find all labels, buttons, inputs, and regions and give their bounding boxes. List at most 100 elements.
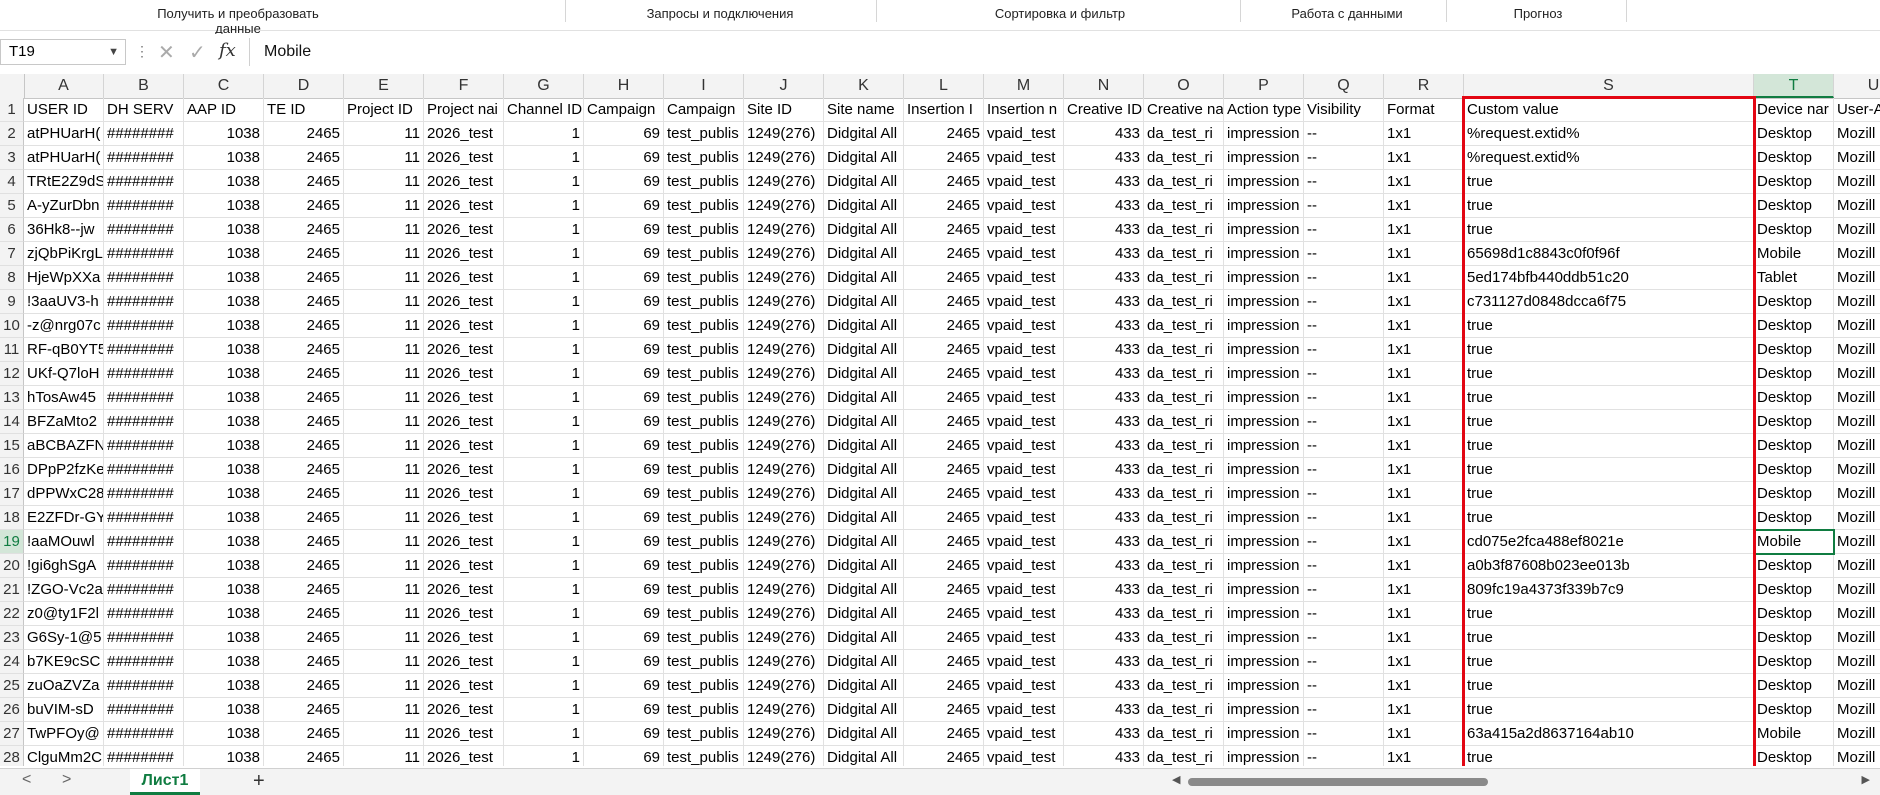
table-cell[interactable]: test_publis	[664, 386, 744, 410]
table-cell[interactable]: true	[1464, 386, 1754, 410]
row-header[interactable]: 7	[0, 242, 24, 266]
table-cell[interactable]: Desktop	[1754, 170, 1834, 194]
table-cell[interactable]: 1249(276)	[744, 746, 824, 766]
table-cell[interactable]: Desktop	[1754, 698, 1834, 722]
column-header-a[interactable]: A	[24, 74, 104, 98]
table-cell[interactable]: 1249(276)	[744, 386, 824, 410]
table-cell[interactable]: vpaid_test	[984, 482, 1064, 506]
table-cell[interactable]: 1x1	[1384, 506, 1464, 530]
table-cell[interactable]: vpaid_test	[984, 410, 1064, 434]
table-cell[interactable]: 433	[1064, 362, 1144, 386]
sheet-tab[interactable]: Лист1	[130, 769, 200, 795]
table-cell[interactable]: impression	[1224, 458, 1304, 482]
table-cell[interactable]: ########	[104, 578, 184, 602]
table-cell[interactable]: --	[1304, 530, 1384, 554]
table-cell[interactable]: vpaid_test	[984, 554, 1064, 578]
table-cell[interactable]: 1x1	[1384, 626, 1464, 650]
table-cell[interactable]: vpaid_test	[984, 458, 1064, 482]
table-cell[interactable]: Desktop	[1754, 626, 1834, 650]
table-cell[interactable]: 69	[584, 386, 664, 410]
table-cell[interactable]: 11	[344, 146, 424, 170]
table-cell[interactable]: 11	[344, 434, 424, 458]
table-cell[interactable]: %request.extid%	[1464, 146, 1754, 170]
table-cell[interactable]: ########	[104, 722, 184, 746]
table-cell[interactable]: 69	[584, 698, 664, 722]
table-cell[interactable]: 1249(276)	[744, 362, 824, 386]
table-cell[interactable]: 2465	[264, 650, 344, 674]
table-cell[interactable]: --	[1304, 314, 1384, 338]
table-cell[interactable]: !gi6ghSgA	[24, 554, 104, 578]
table-cell[interactable]: 2026_test	[424, 194, 504, 218]
table-cell[interactable]: Didgital All	[824, 266, 904, 290]
table-cell[interactable]: 1038	[184, 722, 264, 746]
table-cell[interactable]: 2026_test	[424, 314, 504, 338]
table-cell[interactable]: da_test_ri	[1144, 146, 1224, 170]
table-cell[interactable]: --	[1304, 626, 1384, 650]
table-cell[interactable]: 1	[504, 506, 584, 530]
table-cell[interactable]: da_test_ri	[1144, 194, 1224, 218]
table-cell[interactable]: da_test_ri	[1144, 746, 1224, 766]
table-cell[interactable]: atPHUarH(	[24, 146, 104, 170]
table-cell[interactable]: 2026_test	[424, 554, 504, 578]
table-cell[interactable]: 2465	[904, 602, 984, 626]
table-cell[interactable]: 2465	[264, 146, 344, 170]
table-cell[interactable]: 2465	[904, 722, 984, 746]
table-cell[interactable]: 1x1	[1384, 410, 1464, 434]
table-cell[interactable]: Didgital All	[824, 578, 904, 602]
row-header[interactable]: 25	[0, 674, 24, 698]
table-cell[interactable]: ########	[104, 338, 184, 362]
table-cell[interactable]: da_test_ri	[1144, 242, 1224, 266]
name-box[interactable]: T19 ▼	[0, 39, 126, 65]
ribbon-group-data-tools[interactable]: Работа с данными	[1287, 6, 1407, 21]
table-cell[interactable]: 1249(276)	[744, 530, 824, 554]
table-cell[interactable]: 1249(276)	[744, 194, 824, 218]
table-cell[interactable]: 11	[344, 218, 424, 242]
table-cell[interactable]: test_publis	[664, 626, 744, 650]
table-cell[interactable]: true	[1464, 314, 1754, 338]
table-cell[interactable]: 1	[504, 218, 584, 242]
table-cell[interactable]: 2465	[264, 338, 344, 362]
table-cell[interactable]: 11	[344, 458, 424, 482]
table-cell[interactable]: 1x1	[1384, 722, 1464, 746]
table-cell[interactable]: Desktop	[1754, 650, 1834, 674]
table-cell[interactable]: 433	[1064, 626, 1144, 650]
table-cell[interactable]: 1x1	[1384, 338, 1464, 362]
table-cell[interactable]: 11	[344, 242, 424, 266]
table-cell[interactable]: Desktop	[1754, 146, 1834, 170]
table-cell[interactable]: true	[1464, 650, 1754, 674]
header-cell[interactable]: DH SERV	[104, 98, 184, 122]
table-cell[interactable]: --	[1304, 458, 1384, 482]
table-cell[interactable]: Desktop	[1754, 602, 1834, 626]
table-cell[interactable]: 1249(276)	[744, 170, 824, 194]
column-header-g[interactable]: G	[504, 74, 584, 98]
column-header-m[interactable]: M	[984, 74, 1064, 98]
table-cell[interactable]: 1038	[184, 266, 264, 290]
table-cell[interactable]: 2465	[264, 434, 344, 458]
table-cell[interactable]: 11	[344, 746, 424, 766]
table-cell[interactable]: Mozill	[1834, 218, 1880, 242]
table-cell[interactable]: da_test_ri	[1144, 314, 1224, 338]
table-cell[interactable]: 11	[344, 530, 424, 554]
table-cell[interactable]: vpaid_test	[984, 290, 1064, 314]
table-cell[interactable]: 1249(276)	[744, 458, 824, 482]
table-cell[interactable]: vpaid_test	[984, 362, 1064, 386]
table-cell[interactable]: 69	[584, 218, 664, 242]
table-cell[interactable]: 433	[1064, 602, 1144, 626]
table-cell[interactable]: ########	[104, 170, 184, 194]
table-cell[interactable]: 1249(276)	[744, 218, 824, 242]
table-cell[interactable]: 1249(276)	[744, 506, 824, 530]
scroll-left-icon[interactable]: ◀	[1172, 773, 1180, 786]
table-cell[interactable]: Didgital All	[824, 290, 904, 314]
header-cell[interactable]: Visibility	[1304, 98, 1384, 122]
table-cell[interactable]: --	[1304, 602, 1384, 626]
table-cell[interactable]: true	[1464, 602, 1754, 626]
table-cell[interactable]: 2465	[904, 314, 984, 338]
table-cell[interactable]: 11	[344, 482, 424, 506]
table-cell[interactable]: zjQbPiKrgL	[24, 242, 104, 266]
table-cell[interactable]: 2465	[264, 530, 344, 554]
table-cell[interactable]: Desktop	[1754, 434, 1834, 458]
table-cell[interactable]: 11	[344, 602, 424, 626]
table-cell[interactable]: z0@ty1F2l	[24, 602, 104, 626]
table-cell[interactable]: 1249(276)	[744, 722, 824, 746]
table-cell[interactable]: 69	[584, 362, 664, 386]
